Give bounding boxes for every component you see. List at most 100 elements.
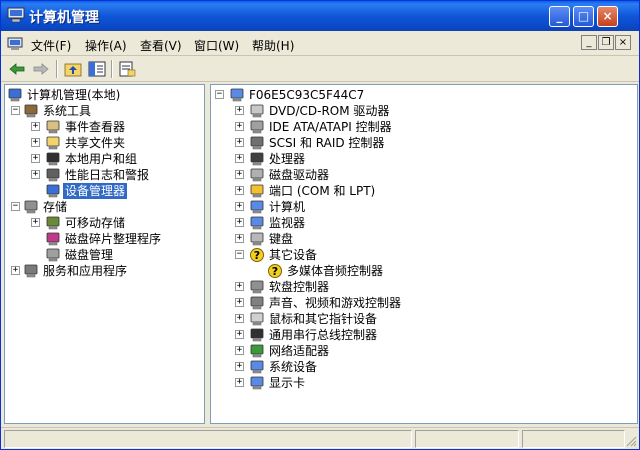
expand-button[interactable]: + — [235, 346, 244, 355]
tree-row[interactable]: + 声音、视频和游戏控制器 — [211, 295, 637, 311]
tree-row[interactable]: + 端口 (COM 和 LPT) — [211, 183, 637, 199]
expand-button[interactable]: + — [31, 218, 40, 227]
back-arrow-icon[interactable] — [7, 60, 27, 78]
tree-row[interactable]: −? 其它设备 — [211, 247, 637, 263]
tree-row[interactable]: ? 多媒体音频控制器 — [211, 263, 637, 279]
tree-item-label[interactable]: 设备管理器 — [63, 183, 128, 199]
expand-button[interactable]: + — [235, 202, 244, 211]
computer-management-icon[interactable] — [7, 37, 23, 51]
title-bar[interactable]: 计算机管理 _ □ × — [1, 1, 639, 31]
tree-row[interactable]: − 系统工具 — [5, 103, 204, 119]
tree-row[interactable]: + 键盘 — [211, 231, 637, 247]
tree-item-label[interactable]: IDE ATA/ATAPI 控制器 — [267, 119, 394, 135]
maximize-button[interactable]: □ — [573, 6, 594, 27]
expand-button[interactable]: + — [31, 122, 40, 131]
tree-item-label[interactable]: 计算机管理(本地) — [25, 87, 122, 103]
close-button[interactable]: × — [597, 6, 618, 27]
tree-row[interactable]: 磁盘管理 — [5, 247, 204, 263]
tree-row[interactable]: + IDE ATA/ATAPI 控制器 — [211, 119, 637, 135]
collapse-button[interactable]: − — [11, 202, 20, 211]
tree-row[interactable]: + 显示卡 — [211, 375, 637, 391]
tree-row[interactable]: + SCSI 和 RAID 控制器 — [211, 135, 637, 151]
collapse-button[interactable]: − — [235, 250, 244, 259]
expand-button[interactable]: + — [235, 106, 244, 115]
forward-arrow-icon[interactable] — [31, 60, 51, 78]
tree-row[interactable]: + 磁盘驱动器 — [211, 167, 637, 183]
tree-item-label[interactable]: 服务和应用程序 — [41, 263, 129, 279]
tree-row[interactable]: + 通用串行总线控制器 — [211, 327, 637, 343]
expand-button[interactable]: + — [235, 314, 244, 323]
tree-item-label[interactable]: 网络适配器 — [267, 343, 331, 359]
tree-item-label[interactable]: 系统设备 — [267, 359, 319, 375]
menu-action[interactable]: 操作(A) — [85, 37, 127, 54]
show-hide-tree-icon[interactable] — [87, 60, 107, 78]
tree-row[interactable]: + 处理器 — [211, 151, 637, 167]
menu-view[interactable]: 查看(V) — [140, 37, 182, 54]
tree-row[interactable]: − F06E5C93C5F44C7 — [211, 87, 637, 103]
tree-item-label[interactable]: 鼠标和其它指针设备 — [267, 311, 379, 327]
tree-item-label[interactable]: 端口 (COM 和 LPT) — [267, 183, 377, 199]
tree-item-label[interactable]: 其它设备 — [267, 247, 319, 263]
tree-item-label[interactable]: DVD/CD-ROM 驱动器 — [267, 103, 391, 119]
tree-item-label[interactable]: 磁盘驱动器 — [267, 167, 331, 183]
expand-button[interactable]: + — [235, 234, 244, 243]
collapse-button[interactable]: − — [215, 90, 224, 99]
tree-item-label[interactable]: 多媒体音频控制器 — [285, 263, 385, 279]
tree-row[interactable]: + 服务和应用程序 — [5, 263, 204, 279]
properties-icon[interactable] — [117, 60, 137, 78]
tree-item-label[interactable]: 可移动存储 — [63, 215, 127, 231]
expand-button[interactable]: + — [235, 298, 244, 307]
expand-button[interactable]: + — [235, 138, 244, 147]
up-folder-icon[interactable] — [63, 60, 83, 78]
tree-item-label[interactable]: 事件查看器 — [63, 119, 127, 135]
tree-item-label[interactable]: 磁盘管理 — [63, 247, 115, 263]
console-tree-pane[interactable]: 计算机管理(本地) − 系统工具 + 事件查看器 + 共享文件夹 + 本地用户和组 + 性能日志和警… — [4, 84, 205, 424]
tree-item-label[interactable]: SCSI 和 RAID 控制器 — [267, 135, 386, 151]
tree-item-label[interactable]: 本地用户和组 — [63, 151, 139, 167]
expand-button[interactable]: + — [31, 170, 40, 179]
tree-item-label[interactable]: 声音、视频和游戏控制器 — [267, 295, 403, 311]
mdi-restore-button[interactable]: ❐ — [598, 35, 614, 50]
tree-row[interactable]: + 可移动存储 — [5, 215, 204, 231]
tree-item-label[interactable]: 计算机 — [267, 199, 307, 215]
tree-item-label[interactable]: 磁盘碎片整理程序 — [63, 231, 163, 247]
expand-button[interactable]: + — [235, 186, 244, 195]
tree-row[interactable]: + 事件查看器 — [5, 119, 204, 135]
tree-row[interactable]: + 计算机 — [211, 199, 637, 215]
expand-button[interactable]: + — [235, 362, 244, 371]
collapse-button[interactable]: − — [11, 106, 20, 115]
tree-item-label[interactable]: 存储 — [41, 199, 69, 215]
tree-item-label[interactable]: 共享文件夹 — [63, 135, 127, 151]
tree-row[interactable]: − 存储 — [5, 199, 204, 215]
tree-row[interactable]: + 系统设备 — [211, 359, 637, 375]
mdi-minimize-button[interactable]: _ — [581, 35, 597, 50]
expand-button[interactable]: + — [235, 218, 244, 227]
expand-button[interactable]: + — [31, 138, 40, 147]
tree-item-label[interactable]: F06E5C93C5F44C7 — [247, 87, 366, 103]
expand-button[interactable]: + — [235, 282, 244, 291]
resize-grip-icon[interactable] — [625, 435, 637, 447]
tree-row[interactable]: + DVD/CD-ROM 驱动器 — [211, 103, 637, 119]
tree-row[interactable]: + 监视器 — [211, 215, 637, 231]
tree-row[interactable]: 磁盘碎片整理程序 — [5, 231, 204, 247]
tree-item-label[interactable]: 通用串行总线控制器 — [267, 327, 379, 343]
menu-file[interactable]: 文件(F) — [31, 37, 71, 54]
tree-row[interactable]: 设备管理器 — [5, 183, 204, 199]
tree-row[interactable]: + 鼠标和其它指针设备 — [211, 311, 637, 327]
tree-item-label[interactable]: 监视器 — [267, 215, 307, 231]
device-tree-pane[interactable]: − F06E5C93C5F44C7 + DVD/CD-ROM 驱动器 + IDE ATA/… — [210, 84, 638, 424]
tree-item-label[interactable]: 性能日志和警报 — [63, 167, 151, 183]
tree-row[interactable]: + 本地用户和组 — [5, 151, 204, 167]
expand-button[interactable]: + — [235, 170, 244, 179]
minimize-button[interactable]: _ — [549, 6, 570, 27]
tree-item-label[interactable]: 系统工具 — [41, 103, 93, 119]
menu-window[interactable]: 窗口(W) — [194, 37, 239, 54]
tree-item-label[interactable]: 显示卡 — [267, 375, 307, 391]
tree-item-label[interactable]: 处理器 — [267, 151, 307, 167]
expand-button[interactable]: + — [11, 266, 20, 275]
expand-button[interactable]: + — [235, 330, 244, 339]
expand-button[interactable]: + — [235, 378, 244, 387]
tree-item-label[interactable]: 软盘控制器 — [267, 279, 331, 295]
tree-row[interactable]: + 软盘控制器 — [211, 279, 637, 295]
expand-button[interactable]: + — [235, 154, 244, 163]
